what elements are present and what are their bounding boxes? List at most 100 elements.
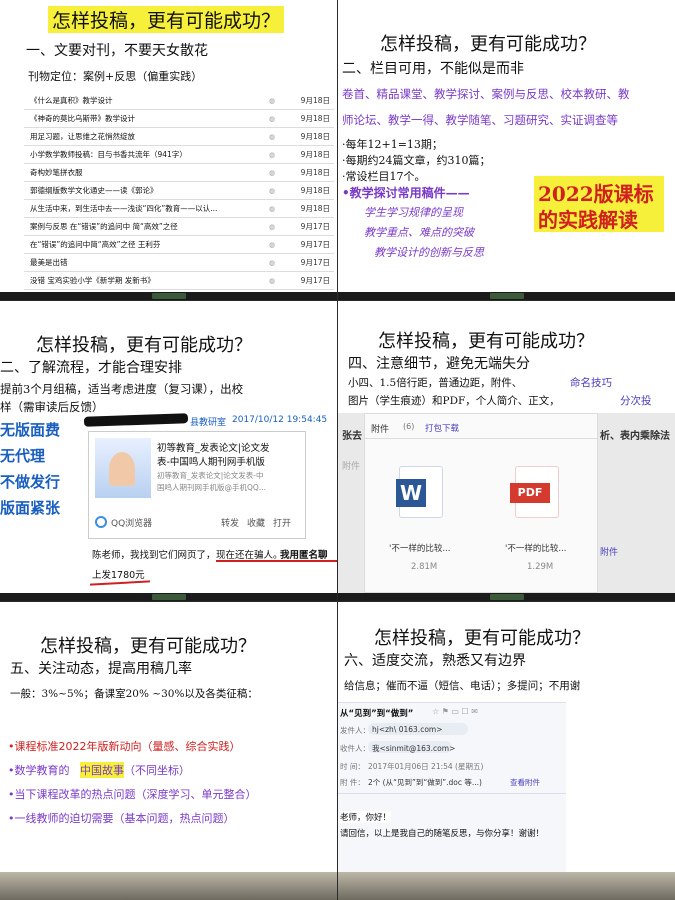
view-attachment-link[interactable]: 查看附件 <box>510 777 540 788</box>
slide-2: 怎样投稿，更有可能成功？ 二、栏目可用，不能似是而非 卷首、精品课堂、教学探讨、… <box>338 0 675 292</box>
chat-message: 我用匿名聊 <box>280 550 328 561</box>
article-date: 9月18日 <box>300 150 330 159</box>
text-highlight: 分次投 <box>620 395 652 407</box>
list-item[interactable]: 《什么是真积》教学设计 ◍ 9月18日 <box>24 92 334 110</box>
article-date: 9月18日 <box>300 168 330 177</box>
attachment-icon: ◍ <box>269 97 276 105</box>
attachment-label: 附 件： <box>340 778 365 787</box>
badge-text: 的实践解读 <box>538 208 638 232</box>
time-label: 时 间： <box>340 762 365 771</box>
from-address[interactable]: hj<zh\ 0163.com> <box>372 725 443 734</box>
list-item[interactable]: 用足习题，让思维之花悄然绽放 ◍ 9月18日 <box>24 128 334 146</box>
article-date: 9月18日 <box>300 96 330 105</box>
pdf-file-icon[interactable]: PDF <box>510 466 559 518</box>
bullet: ·常设栏目17个。 <box>342 170 426 183</box>
from-label: 发件人： <box>340 726 370 735</box>
underline <box>216 560 337 562</box>
collect-button[interactable]: 收藏 <box>247 516 265 529</box>
browser-icon <box>95 516 107 528</box>
article-title: 从生活中来，到生活中去——浅谈“四化”教育——以认... <box>30 204 218 213</box>
word-file-icon[interactable]: W <box>396 466 443 518</box>
underline <box>89 580 151 586</box>
slide-title: 怎样投稿，更有可能成功？ <box>378 331 594 352</box>
article-title: 《神奇的莫比乌斯带》教学设计 <box>30 114 135 123</box>
text-line: 图片（学生痕迹）和PDF，个人简介、正文， <box>348 395 560 407</box>
email-subject: 从“见到”到“做到” <box>340 709 414 719</box>
slide-6: 怎样投稿，更有可能成功？ 六、适度交流，熟悉又有边界 给信息；催而不逼（短信、电… <box>338 602 675 872</box>
file-size: 2.81M <box>411 562 438 572</box>
list-item[interactable]: 从生活中来，到生活中去——浅谈“四化”教育——以认... ◍ 9月18日 <box>24 200 334 218</box>
list-item[interactable]: 奇构妙笔拼衣服 ◍ 9月18日 <box>24 164 334 182</box>
screen-bezel <box>0 872 337 900</box>
bullet: •一线教师的迫切需要（基本问题，热点问题） <box>8 812 235 825</box>
attachment-icon: ◍ <box>269 133 276 141</box>
article-date: 9月17日 <box>300 240 330 249</box>
list-item[interactable]: 郭德纲版数学文化通史——读《郭论》 ◍ 9月18日 <box>24 182 334 200</box>
list-item[interactable]: 最美是出错 ◍ 9月17日 <box>24 254 334 272</box>
download-all-link[interactable]: 打包下载 <box>425 422 459 434</box>
attachment-header: 附件 <box>371 425 390 435</box>
attachment-icon: ◍ <box>269 259 276 267</box>
bullet: •课程标准2022年版新动向（量感、综合实践） <box>8 740 241 753</box>
bullet: •教学探讨常用稿件—— <box>342 186 470 200</box>
list-item[interactable]: 《神奇的莫比乌斯带》教学设计 ◍ 9月18日 <box>24 110 334 128</box>
forward-button[interactable]: 转发 <box>221 516 239 529</box>
bullet: •当下课程改革的热点问题（深度学习、单元整合） <box>8 788 257 801</box>
article-date: 9月18日 <box>300 186 330 195</box>
section-heading: 六、适度交流，熟悉又有边界 <box>344 653 526 669</box>
email-body: 老师，你好！ <box>340 811 392 823</box>
attachment-info: 2个 (从“见到”到“做到”.doc 等...) <box>368 778 482 787</box>
email-time: 2017年01月06日 21:54 (星期五) <box>368 762 484 771</box>
sender-name: 县教研室 <box>190 418 227 428</box>
chat-message: 上发1780元 <box>92 570 145 581</box>
side-label: 张去 <box>342 431 362 442</box>
article-date: 9月18日 <box>300 204 330 213</box>
to-address[interactable]: 我<sinmit@163.com> <box>372 743 455 754</box>
column-list-line2: 师论坛、教学一得、教学随笔、习题研究、实证调查等 <box>342 113 618 127</box>
side-label: 析、表内乘除法 <box>600 431 670 442</box>
slide-4: 怎样投稿，更有可能成功？ 四、注意细节，避免无端失分 小四、1.5倍行距，普通边… <box>338 301 675 593</box>
side-label: 附件 <box>342 462 361 472</box>
statement: 无版面费 <box>0 421 61 439</box>
taskbar <box>0 593 337 601</box>
list-item[interactable]: 案例与反思 在“错误”的追问中 简“高效”之径 ◍ 9月17日 <box>24 218 334 236</box>
section-heading: 四、注意细节，避免无端失分 <box>348 356 530 372</box>
article-title: 奇构妙笔拼衣服 <box>30 168 83 177</box>
bullet: ·每年12+1=13期； <box>342 138 443 151</box>
list-item[interactable]: 小学数学教师投稿：目与书香共流年（941字） ◍ 9月18日 <box>24 146 334 164</box>
attachment-icon: ◍ <box>269 115 276 123</box>
attachment-icon: ◍ <box>269 241 276 249</box>
card-desc: 初等教育_发表论文|论文发表-中 <box>157 471 264 480</box>
list-item[interactable]: 在“错误”的追问中简“高效”之径 王利芬 ◍ 9月17日 <box>24 236 334 254</box>
subtitle: 刊物定位：案例+反思（偏重实践） <box>28 70 203 83</box>
article-date: 9月17日 <box>300 222 330 231</box>
list-item[interactable]: 没错 宝鸡实验小学《新学期 发新书》 ◍ 9月17日 <box>24 272 334 290</box>
file-name: '不一样的比较... <box>389 544 451 554</box>
bullet: （不同坐标） <box>124 764 190 777</box>
browser-label: QQ浏览器 <box>111 519 153 529</box>
slide-1: 怎样投稿，更有可能成功？ 一、文要对刊，不要天女散花 刊物定位：案例+反思（偏重… <box>0 0 337 292</box>
taskbar <box>338 292 675 300</box>
chat-message: 现在还在骗人。 <box>216 550 283 561</box>
text-line: 给信息；催而不逼（短信、电话）；多提问；不用谢 <box>344 680 581 692</box>
share-card[interactable]: 初等教育_发表论文|论文发 表-中国鸣人期刊网手机版 初等教育_发表论文|论文发… <box>88 431 306 539</box>
card-desc: 国鸣人期刊网手机版@手机QQ... <box>157 483 266 492</box>
statement: 不做发行 <box>0 473 61 491</box>
bullet: ·每期约24篇文章，约310篇； <box>342 154 491 167</box>
sub-item: 教学重点、难点的突破 <box>364 226 474 239</box>
open-button[interactable]: 打开 <box>273 516 291 529</box>
card-title: 初等教育_发表论文|论文发 <box>157 443 270 454</box>
slide-panel-4: 怎样投稿，更有可能成功？ 四、注意细节，避免无端失分 小四、1.5倍行距，普通边… <box>338 301 675 601</box>
email-toolbar-icons[interactable]: ☆ ⚑ ▭ ☐ ✉ <box>432 707 478 716</box>
slide-panel-3: 怎样投稿，更有可能成功？ 二、了解流程，才能合理安排 提前3个月组稿，适当考虑进… <box>0 301 337 601</box>
article-title: 没错 宝鸡实验小学《新学期 发新书》 <box>30 276 155 285</box>
text-line: 一般：3%~5%；备课室20% ~30%以及各类征稿： <box>10 688 258 700</box>
article-title: 郭德纲版数学文化通史——读《郭论》 <box>30 186 158 195</box>
taskbar <box>0 292 337 300</box>
attachment-icon: ◍ <box>269 169 276 177</box>
article-date: 9月17日 <box>300 258 330 267</box>
text-line: 小四、1.5倍行距，普通边距，附件、 <box>348 377 523 389</box>
statement: 无代理 <box>0 447 46 465</box>
card-title: 表-中国鸣人期刊网手机版 <box>157 457 265 468</box>
screen-bezel <box>338 872 675 900</box>
